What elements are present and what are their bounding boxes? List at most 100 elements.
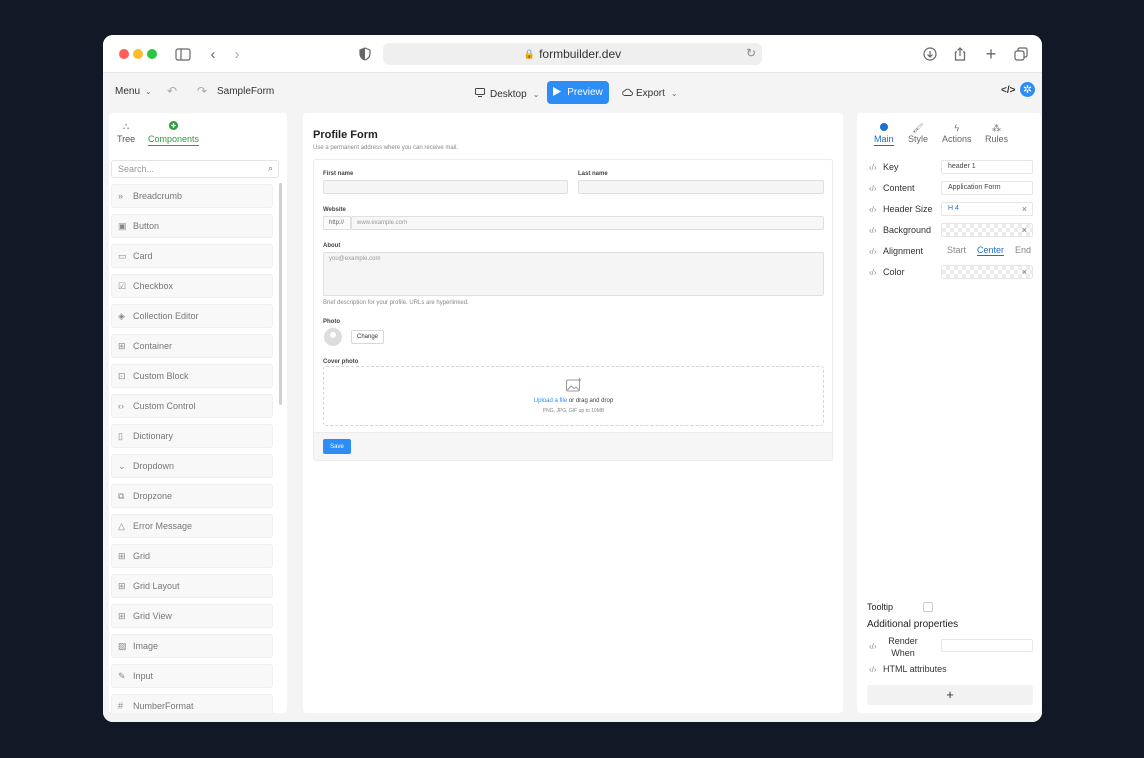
browser-toolbar: ‹ › 🔒 formbuilder.dev ↻ + — [103, 35, 1042, 73]
tab-style[interactable]: 🖌 Style — [908, 123, 928, 144]
add-property-button[interactable]: + — [867, 685, 1033, 705]
chevron-down-icon: ⌄ — [118, 460, 126, 471]
brush-icon: 🖌 — [912, 123, 924, 133]
website-label: Website — [323, 207, 346, 213]
cover-photo-label: Cover photo — [323, 359, 359, 365]
menu-button[interactable]: Menu ⌄ — [115, 86, 152, 97]
component-dropzone[interactable]: ⧉ Dropzone — [111, 484, 273, 508]
change-photo-button[interactable]: Change — [351, 330, 384, 344]
tab-components[interactable]: Components — [148, 121, 200, 146]
component-breadcrumb[interactable]: » Breadcrumb — [111, 184, 273, 208]
button-icon: ▣ — [118, 220, 127, 231]
code-icon: ‹/› — [869, 267, 877, 277]
tab-actions[interactable]: ϟ Actions — [942, 123, 972, 144]
key-input[interactable]: header 1 — [941, 160, 1033, 174]
cover-photo-dropzone[interactable]: Upload a file or drag and drop PNG, JPG,… — [323, 366, 824, 426]
export-label: Export — [636, 88, 665, 99]
content-input[interactable]: Application Form — [941, 181, 1033, 195]
chevron-down-icon: ⌄ — [145, 87, 152, 96]
component-search-input[interactable]: Search... ⌕ — [111, 160, 279, 178]
tab-rules[interactable]: ⁂ Rules — [985, 123, 1008, 144]
code-icon: ‹/› — [869, 642, 877, 651]
redo-icon[interactable]: ↷ — [197, 84, 207, 98]
tooltip-checkbox[interactable] — [923, 602, 933, 612]
component-custom-block[interactable]: ⊡ Custom Block — [111, 364, 273, 388]
image-icon: ▨ — [118, 640, 127, 651]
component-dictionary[interactable]: ▯ Dictionary — [111, 424, 273, 448]
clear-icon[interactable]: × — [1022, 267, 1027, 277]
prop-alignment-label: Alignment — [883, 246, 924, 256]
browser-window: ‹ › 🔒 formbuilder.dev ↻ + Menu ⌄ ↶ ↷ Sam… — [103, 35, 1042, 722]
component-grid-layout[interactable]: ⊞ Grid Layout — [111, 574, 273, 598]
card-icon: ▭ — [118, 250, 127, 261]
code-view-icon[interactable]: </> — [1001, 85, 1015, 96]
component-image[interactable]: ▨ Image — [111, 634, 273, 658]
last-name-label: Last name — [578, 171, 608, 177]
shield-icon[interactable] — [355, 44, 375, 64]
clear-icon[interactable]: × — [1022, 204, 1027, 214]
close-window-button[interactable] — [119, 49, 129, 59]
component-container[interactable]: ⊞ Container — [111, 334, 273, 358]
header-size-select[interactable]: H 4 × — [941, 202, 1033, 216]
align-center-option[interactable]: Center — [977, 245, 1005, 256]
code-icon: ‹/› — [869, 204, 877, 214]
component-collection-editor[interactable]: ◈ Collection Editor — [111, 304, 273, 328]
device-select[interactable]: Desktop ⌄ — [475, 88, 539, 100]
export-button[interactable]: Export ⌄ — [622, 88, 678, 99]
component-error-message[interactable]: △ Error Message — [111, 514, 273, 538]
save-button[interactable]: Save — [323, 439, 351, 454]
component-button[interactable]: ▣ Button — [111, 214, 273, 238]
tab-main[interactable]: Main — [874, 123, 894, 146]
clear-icon[interactable]: × — [1022, 225, 1027, 235]
align-start-option[interactable]: Start — [947, 245, 966, 256]
component-list-scrollbar[interactable] — [279, 183, 282, 405]
tab-components-label: Components — [148, 134, 200, 144]
tree-icon: ⛬ — [122, 121, 130, 131]
component-input[interactable]: ✎ Input — [111, 664, 273, 688]
share-icon[interactable] — [950, 44, 970, 64]
first-name-input[interactable] — [323, 180, 568, 194]
render-when-input[interactable] — [941, 639, 1033, 652]
component-checkbox[interactable]: ☑ Checkbox — [111, 274, 273, 298]
download-icon[interactable] — [920, 44, 940, 64]
about-textarea[interactable]: you@example.com — [323, 252, 824, 296]
color-picker[interactable]: × — [941, 265, 1033, 279]
tabs-overview-icon[interactable] — [1011, 44, 1031, 64]
component-card[interactable]: ▭ Card — [111, 244, 273, 268]
preview-button[interactable]: Preview — [547, 81, 609, 104]
menu-label: Menu — [115, 86, 141, 97]
search-icon: ⌕ — [267, 163, 273, 173]
align-end-option[interactable]: End — [1015, 245, 1031, 256]
component-numberformat[interactable]: # NumberFormat — [111, 694, 273, 713]
minimize-window-button[interactable] — [133, 49, 143, 59]
component-dropdown[interactable]: ⌄ Dropdown — [111, 454, 273, 478]
undo-icon[interactable]: ↶ — [167, 84, 177, 98]
back-icon[interactable]: ‹ — [203, 44, 223, 64]
form-title[interactable]: Profile Form — [313, 129, 378, 141]
upload-file-link[interactable]: Upload a file — [534, 398, 567, 404]
render-when-label: Render When — [888, 636, 918, 658]
form-card: First name Last name Website http:// www… — [313, 159, 833, 461]
about-label: About — [323, 243, 341, 249]
tab-tree[interactable]: ⛬ Tree — [117, 121, 135, 144]
sidebar-toggle-icon[interactable] — [173, 44, 193, 64]
new-tab-icon[interactable]: + — [981, 44, 1001, 64]
url-text: formbuilder.dev — [539, 47, 622, 61]
component-grid[interactable]: ⊞ Grid — [111, 544, 273, 568]
checkbox-icon: ☑ — [118, 280, 127, 291]
prop-render-when: ‹/› Render When — [869, 635, 1033, 661]
settings-gear-icon[interactable]: ✲ — [1020, 82, 1035, 97]
forward-icon[interactable]: › — [227, 44, 247, 64]
reload-icon[interactable]: ↻ — [746, 46, 756, 60]
component-custom-control[interactable]: ‹› Custom Control — [111, 394, 273, 418]
maximize-window-button[interactable] — [147, 49, 157, 59]
bolt-icon: ϟ — [954, 123, 960, 133]
prop-html-attributes[interactable]: ‹/› HTML attributes — [869, 664, 947, 674]
component-grid-view[interactable]: ⊞ Grid View — [111, 604, 273, 628]
last-name-input[interactable] — [578, 180, 824, 194]
grid-icon: ⊡ — [118, 370, 126, 381]
background-color-picker[interactable]: × — [941, 223, 1033, 237]
book-icon: ▯ — [118, 430, 123, 441]
website-input[interactable]: www.example.com — [351, 216, 824, 230]
address-bar[interactable]: 🔒 formbuilder.dev ↻ — [383, 43, 762, 65]
